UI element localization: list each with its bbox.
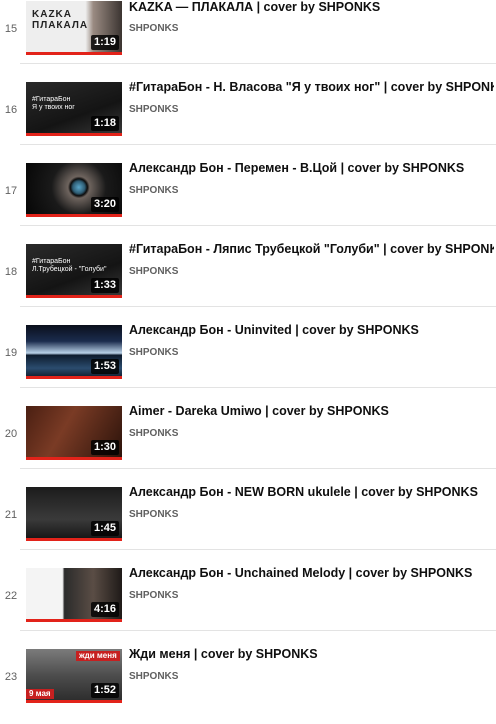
playlist-item[interactable]: 22 4:16 Александр Бон - Unchained Melody |… bbox=[0, 563, 496, 643]
video-duration: 4:16 bbox=[90, 602, 119, 617]
video-thumbnail[interactable]: 3:20 bbox=[26, 163, 122, 217]
playlist-item[interactable]: 16 #ГитараБон Я у твоих ног 1:18 #ГитараБон… bbox=[0, 77, 496, 157]
video-title[interactable]: #ГитараБон - Н. Власова "Я у твоих ног" … bbox=[129, 80, 494, 95]
row-separator bbox=[20, 468, 496, 469]
video-duration: 1:33 bbox=[90, 278, 119, 293]
video-title[interactable]: Александр Бон - Перемен - В.Цой | cover … bbox=[129, 161, 494, 176]
channel-name[interactable]: SHPONKS bbox=[129, 428, 178, 440]
channel-name[interactable]: SHPONKS bbox=[129, 23, 178, 35]
video-duration: 3:20 bbox=[90, 197, 119, 212]
channel-name[interactable]: SHPONKS bbox=[129, 347, 178, 359]
channel-name[interactable]: SHPONKS bbox=[129, 266, 178, 278]
channel-name[interactable]: SHPONKS bbox=[129, 185, 178, 197]
video-thumbnail[interactable]: KAZKA ПЛАКАЛА 1:19 bbox=[26, 1, 122, 55]
video-duration: 1:45 bbox=[90, 521, 119, 536]
video-thumbnail[interactable]: 1:53 bbox=[26, 325, 122, 379]
thumbnail-caption: жди меня bbox=[76, 651, 120, 661]
row-separator bbox=[20, 306, 496, 307]
channel-name[interactable]: SHPONKS bbox=[129, 671, 178, 683]
thumbnail-caption: #ГитараБон Л.Трубецкой - "Голуби" bbox=[32, 258, 107, 273]
playlist-index: 21 bbox=[4, 509, 18, 521]
playlist-item[interactable]: 18 #ГитараБон Л.Трубецкой - "Голуби" 1:33 #… bbox=[0, 239, 496, 319]
thumbnail-caption: KAZKA ПЛАКАЛА bbox=[32, 9, 89, 31]
playlist-item[interactable]: 19 1:53 Александр Бон - Uninvited | cover … bbox=[0, 320, 496, 400]
row-separator bbox=[20, 63, 496, 64]
video-title[interactable]: KAZKA — ПЛАКАЛА | cover by SHPONKS bbox=[129, 0, 494, 15]
watched-progress-bar bbox=[26, 133, 122, 136]
watched-progress-bar bbox=[26, 538, 122, 541]
video-thumbnail[interactable]: #ГитараБон Я у твоих ног 1:18 bbox=[26, 82, 122, 136]
channel-name[interactable]: SHPONKS bbox=[129, 509, 178, 521]
watched-progress-bar bbox=[26, 295, 122, 298]
watched-progress-bar bbox=[26, 619, 122, 622]
watched-progress-bar bbox=[26, 214, 122, 217]
row-separator bbox=[20, 549, 496, 550]
playlist-index: 22 bbox=[4, 590, 18, 602]
playlist-index: 20 bbox=[4, 428, 18, 440]
video-title[interactable]: Жди меня | cover by SHPONKS bbox=[129, 647, 494, 662]
playlist-index: 18 bbox=[4, 266, 18, 278]
playlist-index: 19 bbox=[4, 347, 18, 359]
thumbnail-badge: 9 мая bbox=[26, 689, 54, 699]
video-thumbnail[interactable]: 1:30 bbox=[26, 406, 122, 460]
playlist-item[interactable]: 17 3:20 Александр Бон - Перемен - В.Цой | … bbox=[0, 158, 496, 238]
video-thumbnail[interactable]: 1:45 bbox=[26, 487, 122, 541]
video-title[interactable]: Aimer - Dareka Umiwo | cover by SHPONKS bbox=[129, 404, 494, 419]
video-duration: 1:30 bbox=[90, 440, 119, 455]
row-separator bbox=[20, 387, 496, 388]
row-separator bbox=[20, 144, 496, 145]
playlist-index: 16 bbox=[4, 104, 18, 116]
watched-progress-bar bbox=[26, 52, 122, 55]
playlist-index: 17 bbox=[4, 185, 18, 197]
channel-name[interactable]: SHPONKS bbox=[129, 104, 178, 116]
playlist-item[interactable]: 20 1:30 Aimer - Dareka Umiwo | cover by SH… bbox=[0, 401, 496, 481]
playlist-item[interactable]: 15 KAZKA ПЛАКАЛА 1:19 KAZKA — ПЛАКАЛА | cov… bbox=[0, 0, 496, 76]
video-duration: 1:52 bbox=[90, 683, 119, 698]
video-title[interactable]: Александр Бон - NEW BORN ukulele | cover… bbox=[129, 485, 494, 500]
playlist-item[interactable]: 21 1:45 Александр Бон - NEW BORN ukulele |… bbox=[0, 482, 496, 562]
video-thumbnail[interactable]: #ГитараБон Л.Трубецкой - "Голуби" 1:33 bbox=[26, 244, 122, 298]
watched-progress-bar bbox=[26, 376, 122, 379]
channel-name[interactable]: SHPONKS bbox=[129, 590, 178, 602]
video-title[interactable]: Александр Бон - Uninvited | cover by SHP… bbox=[129, 323, 494, 338]
video-duration: 1:19 bbox=[90, 35, 119, 50]
thumbnail-caption: #ГитараБон Я у твоих ног bbox=[32, 96, 75, 111]
video-title[interactable]: Александр Бон - Unchained Melody | cover… bbox=[129, 566, 494, 581]
playlist-index: 15 bbox=[4, 23, 18, 35]
watched-progress-bar bbox=[26, 700, 122, 703]
row-separator bbox=[20, 225, 496, 226]
row-separator bbox=[20, 630, 496, 631]
video-duration: 1:18 bbox=[90, 116, 119, 131]
video-title[interactable]: #ГитараБон - Ляпис Трубецкой "Голуби" | … bbox=[129, 242, 494, 257]
video-duration: 1:53 bbox=[90, 359, 119, 374]
video-thumbnail[interactable]: жди меня 9 мая 1:52 bbox=[26, 649, 122, 703]
watched-progress-bar bbox=[26, 457, 122, 460]
playlist-index: 23 bbox=[4, 671, 18, 683]
video-thumbnail[interactable]: 4:16 bbox=[26, 568, 122, 622]
playlist-item[interactable]: 23 жди меня 9 мая 1:52 Жди меня | cover by S… bbox=[0, 644, 496, 724]
